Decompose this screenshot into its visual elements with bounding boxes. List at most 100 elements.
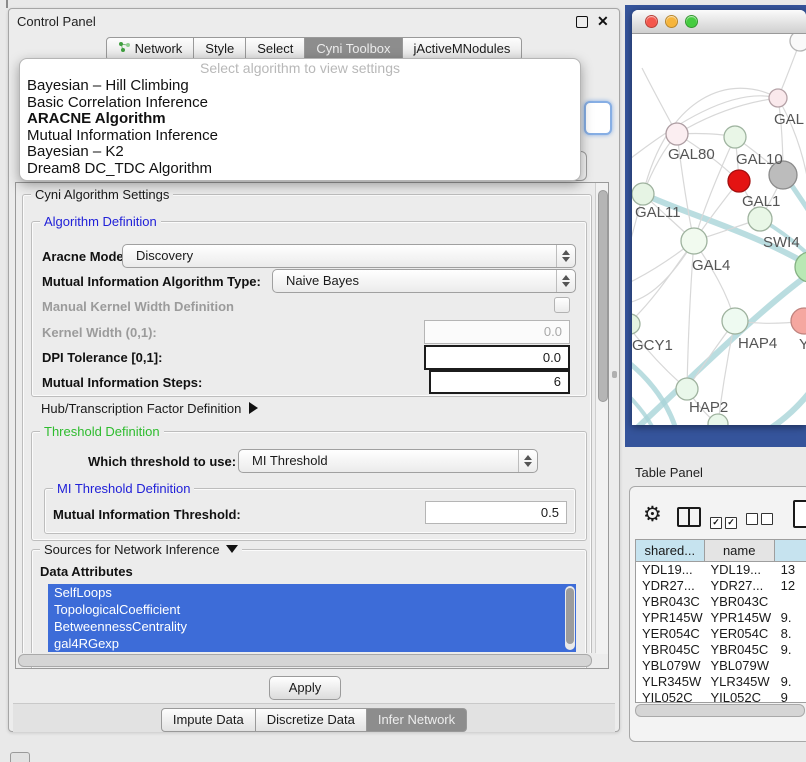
scrollbar-thumb[interactable] bbox=[598, 190, 608, 402]
checked-boxes-icon[interactable]: ✓✓ bbox=[710, 512, 740, 530]
dropdown-item-bayesian-hill-climbing[interactable]: Bayesian – Hill Climbing bbox=[20, 78, 580, 95]
aracne-mode-select[interactable]: Discovery bbox=[122, 244, 576, 268]
network-edge[interactable] bbox=[632, 356, 679, 425]
cell[interactable] bbox=[775, 658, 806, 674]
float-window-icon[interactable] bbox=[576, 16, 588, 28]
cell[interactable]: YDR27... bbox=[704, 578, 774, 594]
dropdown-item-dream8-dc-tdc-algorithm[interactable]: Dream8 DC_TDC Algorithm bbox=[20, 161, 580, 178]
cell[interactable]: YBR045C bbox=[636, 642, 704, 658]
network-window-titlebar[interactable] bbox=[632, 10, 806, 34]
table-row[interactable]: YBL079WYBL079W bbox=[636, 658, 806, 674]
table-row[interactable]: YPR145WYPR145W9. bbox=[636, 610, 806, 626]
cell[interactable]: YIL052C bbox=[704, 690, 774, 703]
cell[interactable]: YBR045C bbox=[704, 642, 774, 658]
columns-icon[interactable] bbox=[677, 507, 701, 527]
tab-infer-network[interactable]: Infer Network bbox=[367, 708, 467, 732]
cell[interactable] bbox=[775, 594, 806, 610]
column-header-shared[interactable]: shared... bbox=[636, 540, 705, 562]
cell[interactable]: YDL19... bbox=[704, 562, 774, 578]
table-horizontal-scrollbar[interactable] bbox=[635, 703, 805, 716]
document-icon[interactable] bbox=[793, 500, 806, 528]
minimize-traffic-light-icon[interactable] bbox=[665, 15, 678, 28]
manual-kernel-checkbox[interactable] bbox=[554, 297, 570, 313]
cell[interactable]: YPR145W bbox=[704, 610, 774, 626]
cell[interactable]: 13 bbox=[775, 562, 806, 578]
node-gal11[interactable] bbox=[632, 183, 654, 205]
close-icon[interactable]: ✕ bbox=[597, 13, 609, 30]
network-edge[interactable] bbox=[632, 326, 687, 389]
scrollbar-thumb[interactable] bbox=[18, 654, 592, 667]
settings-horizontal-scrollbar[interactable] bbox=[18, 653, 596, 666]
cell[interactable]: 9. bbox=[775, 610, 806, 626]
table-row[interactable]: YLR345WYLR345W9. bbox=[636, 674, 806, 690]
node-hap2[interactable] bbox=[676, 378, 698, 400]
cell[interactable]: 9. bbox=[775, 674, 806, 690]
network-edge[interactable] bbox=[744, 384, 806, 425]
list-item-gal4rgexp[interactable]: gal4RGexp bbox=[48, 635, 576, 652]
splitpane-handle[interactable] bbox=[612, 371, 617, 378]
tab-impute-data[interactable]: Impute Data bbox=[161, 708, 256, 732]
cell[interactable]: YER054C bbox=[704, 626, 774, 642]
collapsed-panel-button[interactable] bbox=[10, 752, 30, 762]
node-gal1[interactable] bbox=[728, 170, 750, 192]
table-row[interactable]: YER054CYER054C8. bbox=[636, 626, 806, 642]
table-row[interactable]: YIL052CYIL052C9 bbox=[636, 690, 806, 703]
apply-button[interactable]: Apply bbox=[269, 676, 341, 700]
cell[interactable]: YBR043C bbox=[704, 594, 774, 610]
cell[interactable]: 8. bbox=[775, 626, 806, 642]
focused-combo-fragment[interactable] bbox=[584, 101, 612, 135]
cell[interactable]: YBL079W bbox=[636, 658, 704, 674]
mi-type-select[interactable]: Naive Bayes bbox=[272, 269, 576, 293]
list-item-betweennesscentrality[interactable]: BetweennessCentrality bbox=[48, 618, 576, 635]
table-row[interactable]: YDR27...YDR27...12 bbox=[636, 578, 806, 594]
node-gal80[interactable] bbox=[666, 123, 688, 145]
column-header-name[interactable]: name bbox=[705, 540, 775, 562]
node-gal10[interactable] bbox=[724, 126, 746, 148]
dropdown-item-mutual-information-inference[interactable]: Mutual Information Inference bbox=[20, 128, 580, 145]
maximize-traffic-light-icon[interactable] bbox=[685, 15, 698, 28]
table-row[interactable]: YBR045CYBR045C9. bbox=[636, 642, 806, 658]
dropdown-item-basic-correlation-inference[interactable]: Basic Correlation Inference bbox=[20, 95, 580, 112]
scrollbar-thumb[interactable] bbox=[635, 704, 805, 717]
hub-definition-toggle[interactable]: Hub/Transcription Factor Definition bbox=[41, 401, 258, 416]
cell[interactable]: 9 bbox=[775, 690, 806, 703]
dpi-tolerance-field[interactable]: 0.0 bbox=[424, 345, 570, 370]
cell[interactable]: YIL052C bbox=[636, 690, 704, 703]
network-canvas[interactable]: GALGAL80GAL10GAL1GAL11SWI4GAL4HAP4YGCY1H… bbox=[632, 34, 806, 425]
gear-icon[interactable]: ⚙ bbox=[643, 502, 662, 527]
settings-vertical-scrollbar[interactable] bbox=[595, 183, 608, 654]
node-unlabeled[interactable] bbox=[748, 207, 772, 231]
cell[interactable]: YBL079W bbox=[704, 658, 774, 674]
node-y[interactable] bbox=[791, 308, 806, 334]
node-unlabeled[interactable] bbox=[790, 34, 806, 51]
tab-discretize-data[interactable]: Discretize Data bbox=[256, 708, 367, 732]
dropdown-item-bayesian-k2[interactable]: Bayesian – K2 bbox=[20, 144, 580, 161]
dropdown-item-aracne-algorithm[interactable]: ARACNE Algorithm bbox=[20, 111, 580, 128]
cell[interactable]: YER054C bbox=[636, 626, 704, 642]
node-gal4[interactable] bbox=[681, 228, 707, 254]
unchecked-boxes-icon[interactable] bbox=[746, 512, 776, 530]
column-header-extra[interactable] bbox=[775, 540, 806, 562]
mi-threshold-field[interactable]: 0.5 bbox=[425, 501, 567, 524]
mi-steps-field[interactable]: 6 bbox=[429, 370, 570, 394]
table-row[interactable]: YDL19...YDL19...13 bbox=[636, 562, 806, 578]
node-hap4[interactable] bbox=[722, 308, 748, 334]
node-gcy1[interactable] bbox=[632, 314, 640, 334]
which-threshold-select[interactable]: MI Threshold bbox=[238, 449, 538, 473]
table-row[interactable]: YBR043CYBR043C bbox=[636, 594, 806, 610]
list-scrollbar[interactable] bbox=[565, 586, 575, 650]
cell[interactable]: YLR345W bbox=[704, 674, 774, 690]
cell[interactable]: YDR27... bbox=[636, 578, 704, 594]
list-item-selfloops[interactable]: SelfLoops bbox=[48, 584, 576, 601]
cell[interactable]: YPR145W bbox=[636, 610, 704, 626]
node-gal[interactable] bbox=[769, 89, 787, 107]
kernel-width-field[interactable]: 0.0 bbox=[424, 320, 570, 344]
cell[interactable]: YLR345W bbox=[636, 674, 704, 690]
cell[interactable]: YDL19... bbox=[636, 562, 704, 578]
cell[interactable]: YBR043C bbox=[636, 594, 704, 610]
list-item-topologicalcoefficient[interactable]: TopologicalCoefficient bbox=[48, 601, 576, 618]
cell[interactable]: 9. bbox=[775, 642, 806, 658]
collapse-down-icon[interactable] bbox=[226, 545, 238, 553]
close-traffic-light-icon[interactable] bbox=[645, 15, 658, 28]
network-edge[interactable] bbox=[643, 88, 778, 194]
